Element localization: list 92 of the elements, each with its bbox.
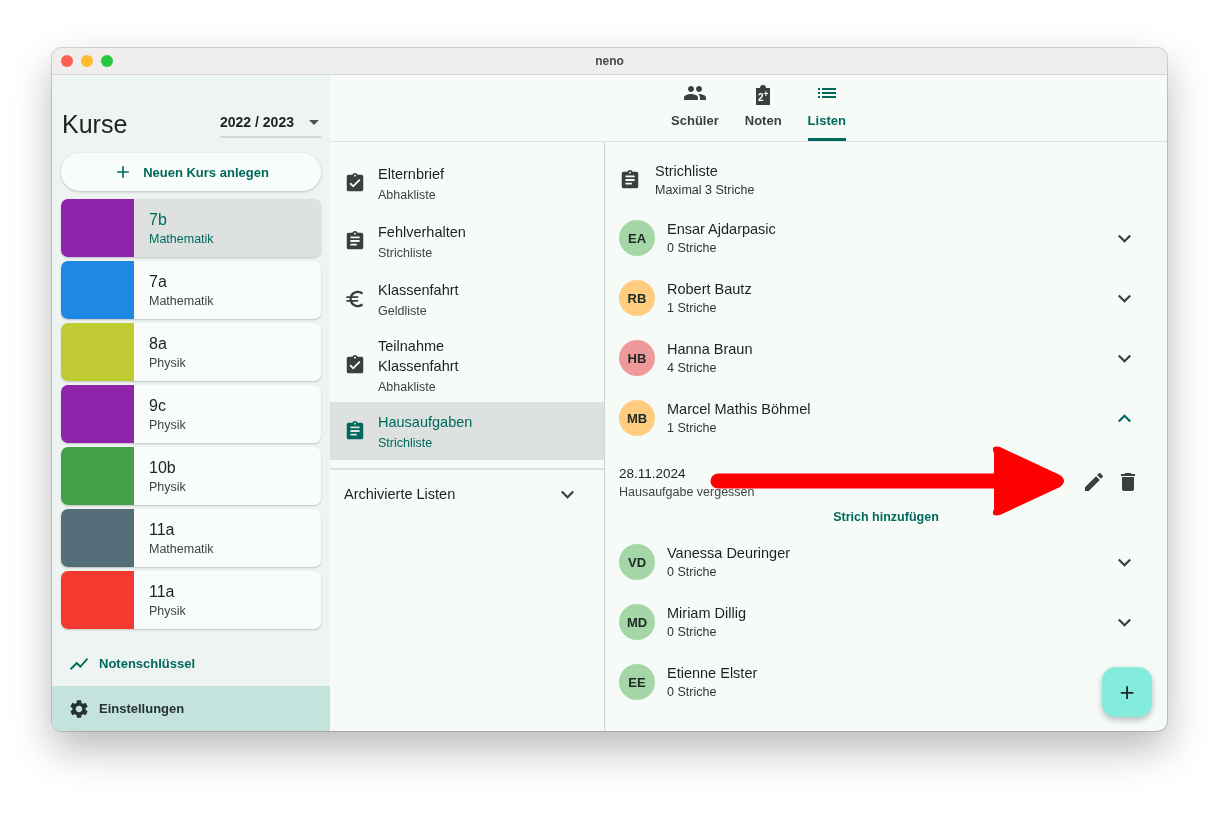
student-name: Marcel Mathis Böhmel — [667, 401, 811, 417]
course-subject: Mathematik — [149, 231, 214, 246]
chevron-icon[interactable] — [1118, 353, 1131, 363]
course-name: 8a — [149, 334, 168, 353]
tab[interactable]: Schüler — [671, 75, 719, 141]
new-course-button[interactable]: Neuen Kurs anlegen — [61, 153, 321, 191]
course-card[interactable]: 8a Physik — [61, 323, 321, 381]
window-title: neno — [595, 54, 624, 68]
tally-count: 1 Striche — [667, 301, 717, 315]
list-type: Abhakliste — [378, 188, 437, 202]
chevron-icon[interactable] — [1118, 293, 1131, 303]
grade-icon: 2$^{+}$ — [754, 85, 773, 105]
tally-count: 4 Striche — [667, 361, 717, 375]
chevron-icon[interactable] — [1118, 557, 1131, 567]
list-title: Klassenfahrt — [378, 281, 459, 300]
sidebar-nav-item[interactable]: Notenschlüssel — [52, 641, 330, 686]
chevron-icon[interactable] — [561, 489, 574, 499]
initials-avatar: MD — [619, 604, 655, 640]
list-type: Strichliste — [378, 246, 434, 260]
edit-button[interactable] — [1085, 473, 1103, 491]
initials-avatar: EE — [619, 664, 655, 700]
course-card[interactable]: 11a Physik — [61, 571, 321, 629]
euro-icon — [344, 288, 366, 310]
course-subject: Physik — [149, 603, 186, 618]
list-title: Fehlverhalten — [378, 223, 466, 242]
list-item[interactable]: Elternbrief Abhakliste — [330, 154, 604, 212]
course-card[interactable]: 7a Mathematik — [61, 261, 321, 319]
course-name: 10b — [149, 458, 177, 477]
add-button[interactable]: + — [1102, 667, 1152, 717]
course-subject: Physik — [149, 479, 186, 494]
student-name: Robert Bautz — [667, 281, 752, 297]
year-dropdown[interactable]: 2022 / 2023 — [220, 110, 321, 138]
list-type: Abhakliste — [378, 380, 437, 394]
tally-count: 1 Striche — [667, 421, 717, 435]
tally-count: 0 Striche — [667, 241, 717, 255]
course-name: 7a — [149, 272, 168, 291]
chevron-icon[interactable] — [1118, 233, 1131, 243]
course-card[interactable]: 7b Mathematik — [61, 199, 321, 257]
course-name: 11a — [149, 582, 176, 601]
course-card[interactable]: 9c Physik — [61, 385, 321, 443]
close-button[interactable] — [61, 55, 73, 67]
initials-avatar: EA — [619, 220, 655, 256]
list-type: Strichliste — [378, 436, 434, 450]
list-title: Teilnahme Klassenfahrt — [378, 337, 460, 376]
chevron-icon[interactable] — [1118, 413, 1131, 423]
tab[interactable]: 2$^{+}$ Noten — [744, 75, 782, 141]
entry-date: 28.11.2024 — [619, 465, 686, 481]
list-heading: Strichliste — [655, 163, 718, 179]
list-item[interactable]: Hausaufgaben Strichliste — [330, 402, 604, 460]
list-item[interactable]: Klassenfahrt Geldliste — [330, 270, 604, 328]
course-name: 7b — [149, 210, 168, 229]
initials-avatar: HB — [619, 340, 655, 376]
clipboard-icon — [619, 169, 641, 191]
course-subject: Physik — [149, 417, 186, 432]
list-item[interactable]: Teilnahme Klassenfahrt Abhakliste — [330, 328, 604, 402]
student-name: Etienne Elster — [667, 665, 758, 681]
course-card[interactable]: 10b Physik — [61, 447, 321, 505]
list-type: Geldliste — [378, 304, 428, 318]
course-subject: Physik — [149, 355, 186, 370]
student-name: Vanessa Deuringer — [667, 545, 791, 561]
course-subject: Mathematik — [149, 541, 214, 556]
list-item[interactable]: Fehlverhalten Strichliste — [330, 212, 604, 270]
delete-button[interactable] — [1121, 473, 1135, 491]
initials-avatar: VD — [619, 544, 655, 580]
list-title: Hausaufgaben — [378, 413, 473, 432]
initials-avatar: RB — [619, 280, 655, 316]
tally-count: 0 Striche — [667, 685, 717, 699]
tally-count: 0 Striche — [667, 565, 717, 579]
sidebar-title: Kurse — [62, 109, 128, 139]
tally-count: 0 Striche — [667, 625, 717, 639]
student-name: Miriam Dillig — [667, 605, 746, 621]
clipboard-icon — [344, 230, 366, 252]
add-tally-button[interactable]: Strich hinzufügen — [823, 506, 949, 528]
chevron-icon[interactable] — [1118, 617, 1131, 627]
course-name: 9c — [149, 396, 167, 415]
initials-avatar: MB — [619, 400, 655, 436]
caret-icon — [309, 119, 319, 125]
clipboard-check-icon — [344, 354, 366, 376]
clipboard-icon — [344, 420, 366, 442]
settings-icon — [68, 697, 90, 720]
tab[interactable]: Listen — [807, 75, 846, 141]
student-name: Hanna Braun — [667, 341, 753, 357]
clipboard-check-icon — [344, 172, 366, 194]
entry-note: Hausaufgabe vergessen — [619, 484, 755, 499]
course-subject: Mathematik — [149, 293, 214, 308]
sidebar-nav-item[interactable]: Einstellungen — [52, 686, 330, 731]
list-rule: Maximal 3 Striche — [655, 183, 755, 197]
student-name: Ensar Ajdarpasic — [667, 221, 776, 237]
list-title: Elternbrief — [378, 165, 445, 184]
archived-lists-toggle[interactable]: Archivierte Listen — [344, 486, 456, 502]
course-name: 11a — [149, 520, 176, 539]
course-card[interactable]: 11a Mathematik — [61, 509, 321, 567]
